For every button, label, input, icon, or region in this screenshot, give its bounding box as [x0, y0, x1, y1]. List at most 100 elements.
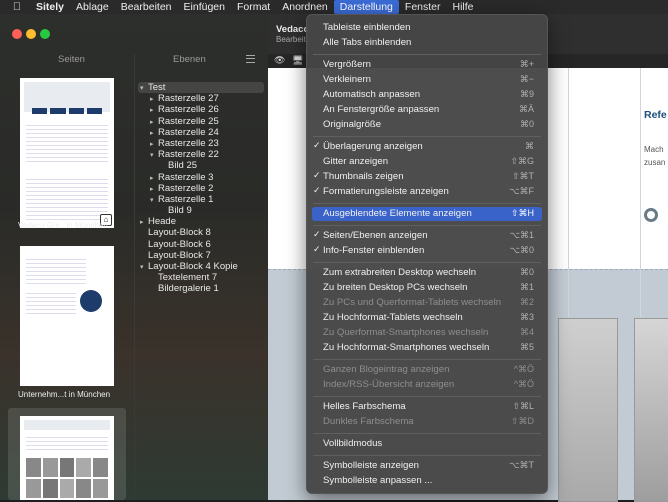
section-text-line: zusan [644, 158, 666, 167]
close-window-button[interactable] [12, 29, 22, 39]
checkmark-icon: ✓ [313, 170, 321, 180]
menu-item-shortcut: ⇧⌘T [511, 171, 534, 181]
layer-row[interactable]: ▾ Test [138, 82, 264, 94]
menu-item[interactable]: Zu Hochformat-Tablets wechseln ⌘3 [312, 311, 542, 325]
tab-pages[interactable]: Seiten [58, 54, 85, 65]
menu-item-label: Ausgeblendete Elemente anzeigen [323, 208, 472, 219]
menu-item[interactable]: Zum extrabreiten Desktop wechseln ⌘0 [312, 266, 542, 280]
panel-divider[interactable] [134, 54, 135, 500]
minimize-window-button[interactable] [26, 29, 36, 39]
layer-row[interactable]: Layout-Block 8 [138, 227, 264, 238]
menu-item[interactable]: Zu breiten Desktop PCs wechseln ⌘1 [312, 281, 542, 295]
building-image[interactable] [634, 318, 668, 502]
menu-item-label: Seiten/Ebenen anzeigen [323, 230, 428, 241]
layer-row[interactable]: Layout-Block 6 [138, 239, 264, 250]
layer-row[interactable]: Textelement 7 [138, 272, 264, 283]
menu-app[interactable]: Sitely [36, 0, 70, 14]
menu-item[interactable]: Ausgeblendete Elemente anzeigen ⇧⌘H [312, 207, 542, 221]
section-text-line: Mach [644, 145, 664, 154]
page-thumbnail-3[interactable] [20, 416, 114, 500]
layer-row[interactable]: ▾ Rasterzelle 22 [138, 149, 264, 160]
tab-layers[interactable]: Ebenen [173, 54, 206, 65]
layer-row[interactable]: ▸ Rasterzelle 23 [138, 138, 264, 149]
page-thumbnail-2[interactable] [20, 246, 114, 386]
menu-item-shortcut: ⌥⌘1 [509, 230, 534, 240]
menu-item-label: Symbolleiste anpassen ... [323, 475, 433, 486]
page-caption-1: Vedaco Gm...in München [18, 221, 108, 230]
menu-item[interactable]: Automatisch anpassen ⌘9 [312, 88, 542, 102]
menu-item-label: Formatierungsleiste anzeigen [323, 186, 449, 197]
section-heading: Refe [644, 109, 667, 121]
layer-row[interactable]: Layout-Block 7 [138, 250, 264, 261]
menu-item-shortcut: ⌘9 [519, 89, 534, 99]
menu-item: Index/RSS-Übersicht anzeigen ^⌘Ö [312, 378, 542, 392]
menu-item-shortcut: ⌘2 [519, 297, 534, 307]
layer-row[interactable]: ▸ Rasterzelle 2 [138, 183, 264, 194]
menu-item[interactable]: Tableiste einblenden [312, 21, 542, 35]
layer-row[interactable]: ▸ Rasterzelle 26 [138, 104, 264, 115]
building-image[interactable] [558, 318, 618, 502]
menu-item[interactable]: ✓ Info-Fenster einblenden ⌥⌘0 [312, 244, 542, 258]
layer-label: Bild 25 [168, 160, 198, 172]
zoom-window-button[interactable] [40, 29, 50, 39]
menu-item[interactable]: Symbolleiste anpassen ... [312, 474, 542, 488]
menu-item-shortcut: ⌘5 [519, 342, 534, 352]
menu-item-shortcut: ⌘ [525, 141, 534, 151]
menu-item[interactable]: Vollbildmodus [312, 437, 542, 451]
checkmark-icon: ✓ [313, 244, 321, 254]
menu-separator [313, 136, 541, 137]
layer-row[interactable]: ▸ Rasterzelle 3 [138, 172, 264, 183]
menu-item[interactable]: ✓ Überlagerung anzeigen ⌘ [312, 140, 542, 154]
menu-anordnen[interactable]: Anordnen [276, 0, 334, 14]
menu-fenster[interactable]: Fenster [399, 0, 447, 14]
layer-label: Heade [148, 216, 176, 228]
layer-row[interactable]: ▸ Rasterzelle 27 [138, 93, 264, 104]
layer-row[interactable]: ▸ Rasterzelle 24 [138, 127, 264, 138]
layer-row[interactable]: ▾ Layout-Block 4 Kopie [138, 261, 264, 272]
page-thumbnail-1[interactable]: ⌂ [20, 78, 114, 228]
layer-label: Rasterzelle 3 [158, 171, 214, 183]
layer-row[interactable]: ▾ Rasterzelle 1 [138, 194, 264, 205]
menu-einfügen[interactable]: Einfügen [178, 0, 231, 14]
menu-item[interactable]: Verkleinern ⌘− [312, 73, 542, 87]
menu-format[interactable]: Format [231, 0, 276, 14]
menu-item[interactable]: ✓ Thumbnails zeigen ⇧⌘T [312, 170, 542, 184]
menu-item[interactable]: ✓ Seiten/Ebenen anzeigen ⌥⌘1 [312, 229, 542, 243]
menu-separator [313, 359, 541, 360]
layer-label: Test [148, 82, 166, 93]
document-title: Vedaco [276, 24, 310, 35]
layer-row[interactable]: Bild 9 [138, 205, 264, 216]
page-caption-2: Unternehm...t in München [18, 390, 111, 399]
menu-ablage[interactable]: Ablage [70, 0, 115, 14]
layer-row[interactable]: ▸ Heade [138, 216, 264, 227]
menu-item[interactable]: Helles Farbschema ⇧⌘L [312, 400, 542, 414]
apple-menu-icon[interactable]:  [10, 1, 24, 13]
list-options-icon[interactable] [246, 55, 255, 63]
menu-item[interactable]: Originalgröße ⌘0 [312, 118, 542, 132]
eye-icon[interactable]: 👁 [274, 55, 285, 66]
menu-item-label: Dunkles Farbschema [323, 416, 414, 427]
layers-tree: ▾ Test ▸ Rasterzelle 27 ▸ Rasterzelle 26 ▸ Rast… [138, 82, 264, 295]
menu-item: Zu Querformat-Smartphones wechseln ⌘4 [312, 326, 542, 340]
menu-item[interactable]: Vergrößern ⌘+ [312, 58, 542, 72]
menu-hilfe[interactable]: Hilfe [447, 0, 480, 14]
layer-label: Rasterzelle 23 [158, 137, 219, 149]
menu-item[interactable]: Symbolleiste anzeigen ⌥⌘T [312, 459, 542, 473]
menu-item[interactable]: ✓ Formatierungsleiste anzeigen ⌥⌘F [312, 185, 542, 199]
menu-item-label: An Fenstergröße anpassen [323, 104, 440, 115]
menu-item[interactable]: Zu Hochformat-Smartphones wechseln ⌘5 [312, 341, 542, 355]
menu-bearbeiten[interactable]: Bearbeiten [115, 0, 178, 14]
layer-row[interactable]: Bildergalerie 1 [138, 283, 264, 294]
menu-item-label: Index/RSS-Übersicht anzeigen [323, 379, 455, 390]
menu-item[interactable]: An Fenstergröße anpassen ⌘Ä [312, 103, 542, 117]
desktop-icon[interactable]: 🖥 [292, 55, 303, 66]
menu-item-shortcut: ⇧⌘H [510, 208, 534, 218]
menu-darstellung[interactable]: Darstellung [333, 0, 399, 14]
layer-row[interactable]: Bild 25 [138, 160, 264, 171]
menu-item-label: Thumbnails zeigen [323, 171, 404, 182]
menu-item[interactable]: Gitter anzeigen ⇧⌘G [312, 155, 542, 169]
menu-separator [313, 433, 541, 434]
menu-item-shortcut: ⌥⌘0 [509, 245, 534, 255]
menu-item[interactable]: Alle Tabs einblenden [312, 36, 542, 50]
layer-row[interactable]: ▸ Rasterzelle 25 [138, 116, 264, 127]
